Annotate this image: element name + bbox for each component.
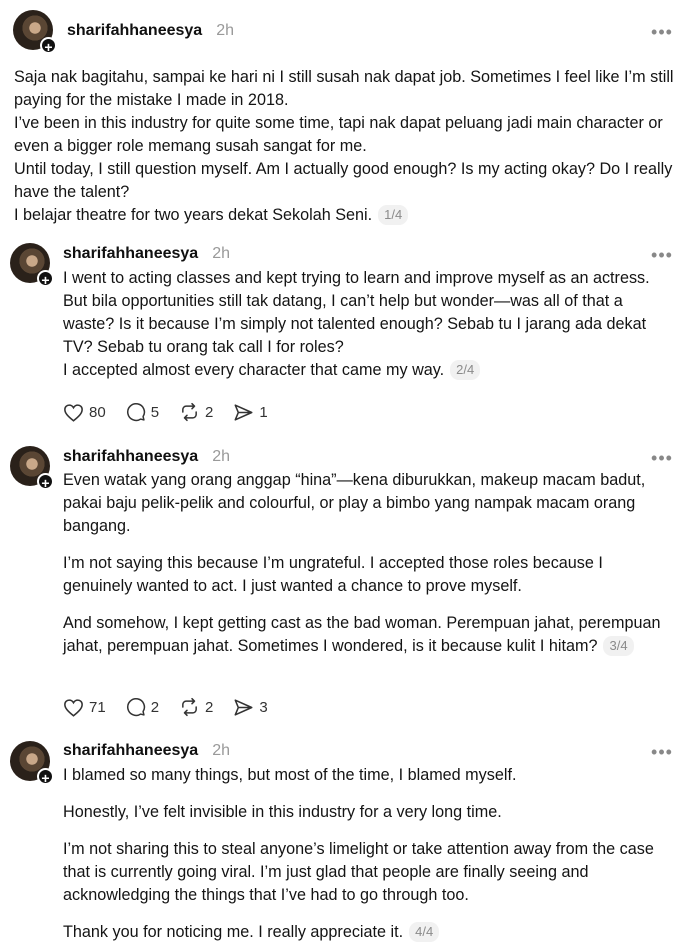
thread-count-badge: 4/4 <box>409 922 440 942</box>
reply-count: 5 <box>150 403 160 421</box>
plus-icon[interactable]: + <box>40 37 57 55</box>
thread-count-badge: 2/4 <box>450 360 481 380</box>
like-count: 80 <box>89 403 106 421</box>
send-icon <box>234 698 253 716</box>
comment-icon <box>126 403 145 422</box>
repost-count: 2 <box>205 698 214 716</box>
post-text: I went to acting classes and kept trying… <box>63 267 675 382</box>
paragraph: Until today, I still question myself. Am… <box>14 160 673 201</box>
like-button[interactable]: 80 <box>63 403 106 422</box>
send-icon <box>234 403 253 421</box>
repost-button[interactable]: 2 <box>179 697 213 717</box>
paragraph: I’ve been in this industry for quite som… <box>14 114 663 155</box>
plus-icon[interactable]: + <box>37 270 54 288</box>
username[interactable]: sharifahhaneesya <box>63 448 198 466</box>
paragraph: Even watak yang orang anggap “hina”—kena… <box>63 471 646 535</box>
like-button[interactable]: 71 <box>63 698 106 717</box>
paragraph: I blamed so many things, but most of the… <box>63 766 517 784</box>
more-icon[interactable]: ••• <box>649 246 675 264</box>
like-count: 71 <box>89 698 106 716</box>
thread-count-badge: 1/4 <box>378 205 409 225</box>
reply-button[interactable]: 5 <box>126 402 159 422</box>
plus-icon[interactable]: + <box>37 473 54 491</box>
paragraph: I went to acting classes and kept trying… <box>63 269 650 356</box>
timestamp: 2h <box>212 245 230 262</box>
paragraph: I’m not saying this because I’m ungratef… <box>63 554 603 595</box>
paragraph: I’m not sharing this to steal anyone’s l… <box>63 840 654 904</box>
timestamp: 2h <box>212 742 230 759</box>
avatar[interactable]: + <box>10 243 54 288</box>
username[interactable]: sharifahhaneesya <box>63 245 198 263</box>
avatar[interactable]: + <box>10 446 54 491</box>
paragraph: Saja nak bagitahu, sampai ke hari ni I s… <box>14 68 674 109</box>
paragraph-text: And somehow, I kept getting cast as the … <box>63 614 661 655</box>
paragraph-text: Thank you for noticing me. I really appr… <box>63 923 404 941</box>
plus-icon[interactable]: + <box>37 768 54 786</box>
paragraph: I accepted almost every character that c… <box>63 359 675 382</box>
share-button[interactable]: 1 <box>233 403 268 422</box>
repost-button[interactable]: 2 <box>179 402 213 422</box>
heart-icon <box>64 403 83 422</box>
action-bar: 71 2 2 3 <box>63 695 288 719</box>
more-icon[interactable]: ••• <box>649 23 675 41</box>
repost-icon <box>182 697 197 717</box>
paragraph: And somehow, I kept getting cast as the … <box>63 612 675 658</box>
avatar[interactable]: + <box>13 10 57 55</box>
post-text: Even watak yang orang anggap “hina”—kena… <box>63 469 675 658</box>
repost-count: 2 <box>205 403 214 421</box>
paragraph-text: I belajar theatre for two years dekat Se… <box>14 206 373 224</box>
timestamp: 2h <box>216 22 234 39</box>
username[interactable]: sharifahhaneesya <box>67 22 202 40</box>
username[interactable]: sharifahhaneesya <box>63 742 198 760</box>
reply-button[interactable]: 2 <box>126 697 159 717</box>
thread-post-2: + sharifahhaneesya 2h ••• I went to acti… <box>0 236 685 436</box>
reply-count: 2 <box>150 698 160 716</box>
comment-icon <box>126 698 145 717</box>
post-text: Saja nak bagitahu, sampai ke hari ni I s… <box>14 66 674 227</box>
share-button[interactable]: 3 <box>233 698 268 717</box>
avatar[interactable]: + <box>10 741 54 786</box>
thread-count-badge: 3/4 <box>603 636 634 656</box>
post-text: I blamed so many things, but most of the… <box>63 764 675 944</box>
heart-icon <box>64 698 83 717</box>
share-count: 3 <box>259 698 268 716</box>
repost-icon <box>182 402 197 422</box>
more-icon[interactable]: ••• <box>649 743 675 761</box>
share-count: 1 <box>259 403 268 421</box>
timestamp: 2h <box>212 448 230 465</box>
paragraph: Honestly, I’ve felt invisible in this in… <box>63 803 502 821</box>
paragraph-text: I accepted almost every character that c… <box>63 361 445 379</box>
thread-post-1: + sharifahhaneesya 2h ••• Saja nak bagit… <box>0 0 685 240</box>
thread-post-3: + sharifahhaneesya 2h ••• Even watak yan… <box>0 439 685 734</box>
paragraph: Thank you for noticing me. I really appr… <box>63 921 675 944</box>
thread-post-4: + sharifahhaneesya 2h ••• I blamed so ma… <box>0 734 685 950</box>
more-icon[interactable]: ••• <box>649 449 675 467</box>
paragraph: I belajar theatre for two years dekat Se… <box>14 204 674 227</box>
action-bar: 80 5 2 1 <box>63 400 288 424</box>
